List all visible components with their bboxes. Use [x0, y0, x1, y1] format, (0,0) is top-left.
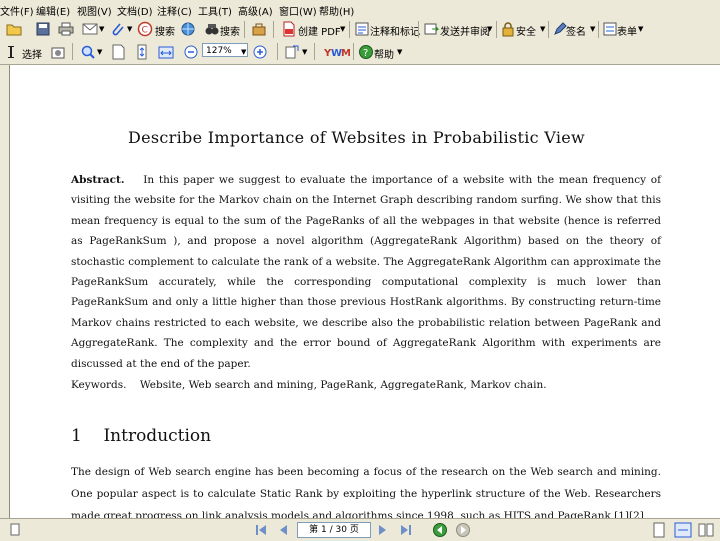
menu-window[interactable]: 窗口(W) — [279, 3, 317, 18]
menu-file[interactable]: 文件(F) — [0, 3, 34, 18]
status-bar: 第 1 / 30 页 — [0, 518, 720, 541]
document-view[interactable]: Describe Importance of Websites in Proba… — [10, 65, 720, 518]
send-review-icon[interactable] — [423, 21, 439, 37]
toolbar-separator — [353, 43, 354, 60]
email-icon[interactable] — [82, 21, 98, 37]
fit-width-icon[interactable] — [158, 44, 174, 60]
forms-icon[interactable] — [602, 21, 618, 37]
facing-pages-layout-icon[interactable] — [698, 522, 714, 538]
tasks-icon[interactable] — [251, 21, 267, 37]
toolbar-separator — [418, 21, 419, 38]
abstract-text: In this paper we suggest to evaluate the… — [71, 174, 662, 370]
zoom-tool-icon[interactable] — [80, 44, 96, 60]
attach-dropdown-icon[interactable]: ▼ — [127, 25, 132, 33]
forms-dropdown-icon[interactable]: ▼ — [638, 25, 643, 33]
search-web-icon[interactable]: C — [137, 21, 153, 37]
toolbar-separator — [273, 21, 274, 38]
page-number-indicator[interactable]: 第 1 / 30 页 — [297, 522, 371, 538]
help-dropdown-icon[interactable]: ▼ — [397, 48, 402, 56]
comment-markup-icon[interactable] — [354, 21, 370, 37]
previous-view-icon[interactable] — [432, 522, 448, 538]
binoculars-icon[interactable] — [204, 21, 220, 37]
abstract-label: Abstract. — [71, 174, 125, 186]
attach-icon[interactable] — [110, 21, 126, 37]
send-review-label[interactable]: 发送并审阅 — [440, 23, 490, 38]
toolbar-separator — [548, 21, 549, 38]
select-cursor-icon[interactable] — [4, 44, 20, 60]
menu-document[interactable]: 文档(D) — [117, 3, 153, 18]
menu-tools[interactable]: 工具(T) — [198, 3, 232, 18]
select-tool-label[interactable]: 选择 — [22, 46, 42, 61]
toolbar-separator — [314, 43, 315, 60]
section-number: 1 — [71, 426, 82, 446]
svg-text:M: M — [341, 48, 350, 59]
svg-text:?: ? — [363, 48, 368, 59]
zoom-out-icon[interactable] — [183, 44, 199, 60]
create-pdf-dropdown-icon[interactable]: ▼ — [340, 25, 345, 33]
toolbar-separator — [598, 21, 599, 38]
snapshot-icon[interactable] — [50, 44, 66, 60]
toolbar-separator — [72, 43, 73, 60]
section-heading: 1 Introduction — [71, 426, 211, 446]
lock-icon[interactable] — [500, 21, 516, 37]
menu-advanced[interactable]: 高级(A) — [238, 3, 273, 18]
forms-label[interactable]: 表单 — [617, 23, 637, 38]
navigation-pane-strip[interactable] — [0, 65, 10, 518]
next-page-icon[interactable] — [376, 523, 390, 537]
menu-comments[interactable]: 注释(C) — [157, 3, 192, 18]
search-web-label[interactable]: 搜索 — [155, 23, 175, 38]
paper-title: Describe Importance of Websites in Proba… — [128, 128, 586, 147]
abstract-paragraph: Abstract. In this paper we suggest to ev… — [71, 170, 661, 374]
last-page-icon[interactable] — [399, 523, 413, 537]
send-review-dropdown-icon[interactable]: ▼ — [487, 25, 492, 33]
save-icon[interactable] — [35, 21, 51, 37]
comment-markup-label[interactable]: 注释和标记 — [370, 23, 420, 38]
section-title: Introduction — [103, 426, 212, 446]
previous-page-icon[interactable] — [276, 523, 290, 537]
help-label[interactable]: 帮助 — [374, 46, 394, 61]
keywords-label: Keywords. — [71, 379, 127, 391]
zoom-tool-dropdown-icon[interactable]: ▼ — [97, 48, 102, 56]
globe-search-icon[interactable] — [180, 21, 196, 37]
toolbar-separator — [496, 21, 497, 38]
toolbar-separator — [277, 43, 278, 60]
toolbar-separator — [244, 21, 245, 38]
print-icon[interactable] — [58, 21, 74, 37]
actual-size-icon[interactable] — [110, 44, 126, 60]
find-label[interactable]: 搜索 — [220, 23, 240, 38]
menu-edit[interactable]: 编辑(E) — [36, 3, 70, 18]
zoom-level-dropdown-icon[interactable]: ▼ — [241, 48, 246, 56]
toolbar-secondary: 选择 ▼ 127% ▼ ▼ YWM ? 帮助 ▼ — [0, 40, 720, 65]
first-page-icon[interactable] — [254, 523, 268, 537]
create-pdf-icon[interactable] — [281, 21, 297, 37]
sign-label[interactable]: 签名 — [566, 23, 586, 38]
open-folder-icon[interactable] — [6, 21, 22, 37]
rotate-view-icon[interactable] — [284, 44, 300, 60]
email-dropdown-icon[interactable]: ▼ — [99, 25, 104, 33]
help-icon[interactable]: ? — [358, 44, 374, 60]
ywtm-logo-icon[interactable]: Y WM — [324, 45, 350, 59]
menu-bar: 文件(F) 编辑(E) 视图(V) 文档(D) 注释(C) 工具(T) 高级(A… — [0, 0, 720, 18]
secure-dropdown-icon[interactable]: ▼ — [540, 25, 545, 33]
menu-view[interactable]: 视图(V) — [77, 3, 112, 18]
toolbar-separator — [349, 21, 350, 38]
next-view-icon[interactable] — [455, 522, 471, 538]
keywords-text: Website, Web search and mining, PageRank… — [139, 379, 547, 391]
continuous-layout-icon[interactable] — [674, 522, 692, 538]
svg-text:C: C — [142, 26, 148, 36]
toolbar-main: ▼ ▼ C 搜索 搜索 创建 PDF ▼ 注释和标记 发送并审阅 ▼ 安全 ▼ … — [0, 18, 720, 41]
fit-page-icon[interactable] — [134, 44, 150, 60]
single-page-layout-icon[interactable] — [652, 522, 666, 538]
sign-dropdown-icon[interactable]: ▼ — [590, 25, 595, 33]
page-size-icon[interactable] — [8, 523, 22, 537]
menu-help[interactable]: 帮助(H) — [319, 3, 354, 18]
create-pdf-label[interactable]: 创建 PDF — [298, 23, 341, 38]
secure-label[interactable]: 安全 — [516, 23, 536, 38]
rotate-view-dropdown-icon[interactable]: ▼ — [302, 48, 307, 56]
zoom-in-icon[interactable] — [252, 44, 268, 60]
intro-paragraph: The design of Web search engine has been… — [71, 466, 661, 518]
keywords-line: Keywords. Website, Web search and mining… — [71, 377, 661, 393]
